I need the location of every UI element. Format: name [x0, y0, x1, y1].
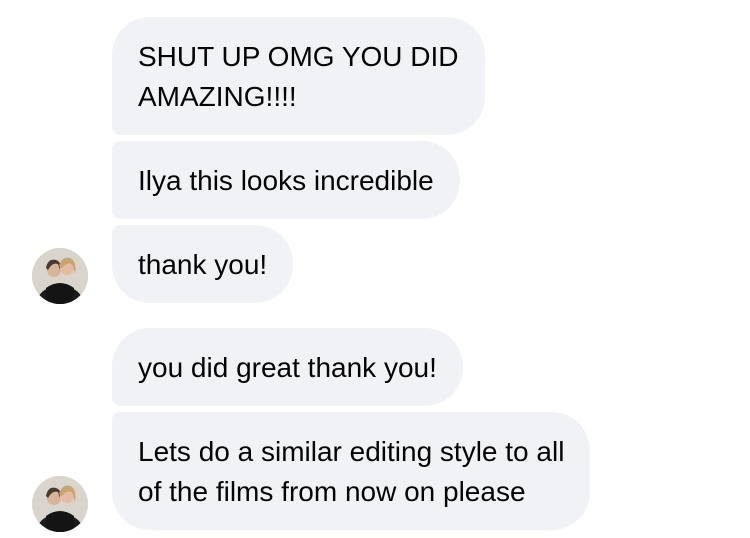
message-bubble[interactable]: Ilya this looks incredible: [112, 141, 460, 219]
sender-avatar[interactable]: [32, 248, 88, 304]
couple-photo-avatar-icon: [32, 476, 88, 532]
message-line: AMAZING!!!!: [138, 81, 297, 112]
message-bubble[interactable]: you did great thank you!: [112, 328, 463, 406]
message-bubble[interactable]: Lets do a similar editing style to all o…: [112, 412, 591, 530]
message-line: thank you!: [138, 249, 268, 280]
message-bubble[interactable]: SHUT UP OMG YOU DID AMAZING!!!!: [112, 17, 485, 135]
message-bubble[interactable]: thank you!: [112, 225, 294, 303]
couple-photo-avatar-icon: [32, 248, 88, 304]
message-line: of the films from now on please: [138, 476, 526, 507]
message-line: SHUT UP OMG YOU DID: [138, 41, 459, 72]
message-thread: SHUT UP OMG YOU DID AMAZING!!!! Ilya thi…: [0, 0, 750, 538]
message-line: you did great thank you!: [138, 352, 437, 383]
sender-avatar[interactable]: [32, 476, 88, 532]
message-line: Lets do a similar editing style to all: [138, 436, 565, 467]
message-line: Ilya this looks incredible: [138, 165, 434, 196]
